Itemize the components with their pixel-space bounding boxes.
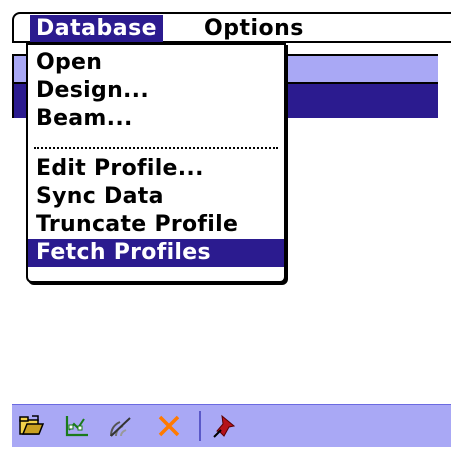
menu-item-sync-data[interactable]: Sync Data <box>28 183 284 211</box>
open-folder-icon[interactable] <box>18 413 44 439</box>
menu-item-fetch-profiles[interactable]: Fetch Profiles <box>28 239 284 267</box>
menu-item-truncate-profile[interactable]: Truncate Profile <box>28 211 284 239</box>
menu-separator <box>34 147 278 149</box>
menu-options[interactable]: Options <box>198 15 310 42</box>
menu-item-design[interactable]: Design... <box>28 77 284 105</box>
toolbar-separator <box>199 411 201 441</box>
menu-item-beam[interactable]: Beam... <box>28 105 284 133</box>
menu-item-edit-profile[interactable]: Edit Profile... <box>28 155 284 183</box>
bottom-toolbar <box>12 404 451 447</box>
database-menu-dropdown: Open Design... Beam... Edit Profile... S… <box>26 43 286 283</box>
menu-database[interactable]: Database <box>30 15 164 42</box>
chart-edit-icon[interactable] <box>64 413 90 439</box>
menu-item-open[interactable]: Open <box>28 49 284 77</box>
delete-icon[interactable] <box>156 413 182 439</box>
beam-icon[interactable] <box>108 413 134 439</box>
menu-bar: Database Options <box>12 12 451 43</box>
pin-icon[interactable] <box>212 413 238 439</box>
